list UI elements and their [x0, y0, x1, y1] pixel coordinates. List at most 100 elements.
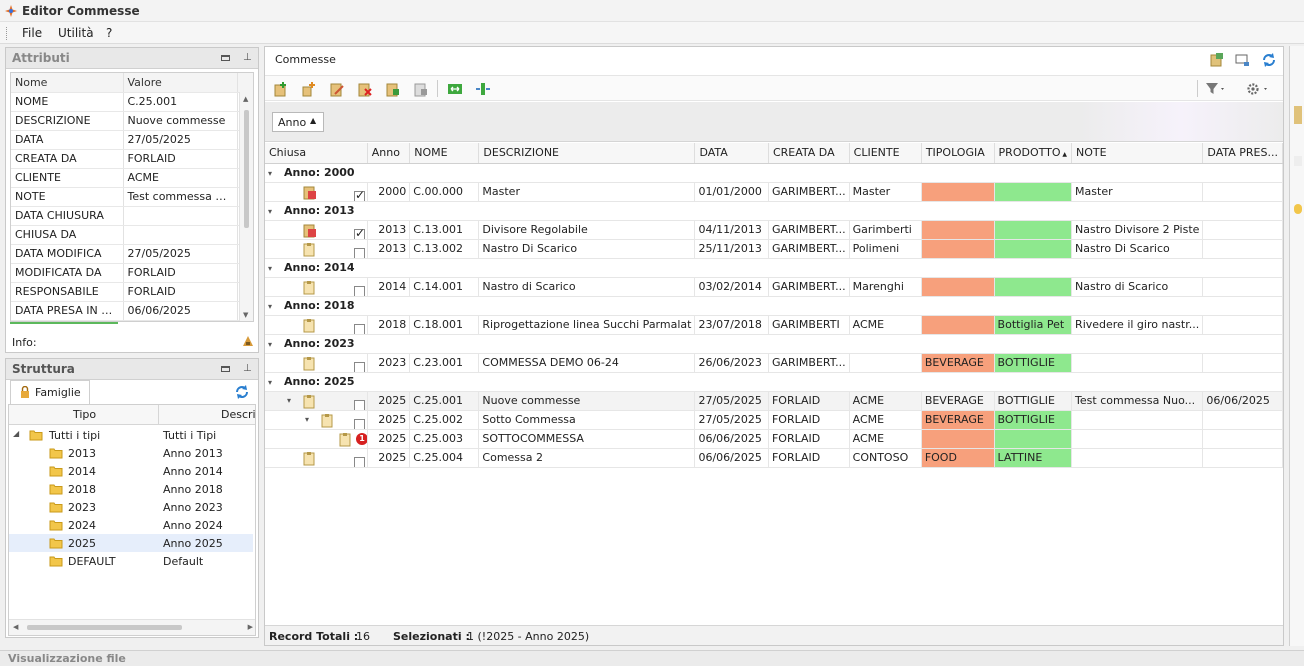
- tree-item[interactable]: 2018 Anno 2018: [9, 480, 253, 498]
- cell-prodotto[interactable]: [994, 239, 1073, 259]
- cell-tipologia[interactable]: FOOD: [921, 448, 995, 468]
- collapse-group-icon[interactable]: ▾: [268, 169, 278, 178]
- tree-item[interactable]: ◢ Tutti i tipi Tutti i Tipi: [9, 426, 253, 444]
- pin-icon[interactable]: ⊥: [243, 363, 252, 374]
- cell-note[interactable]: Test commessa Nuo...: [1071, 391, 1204, 411]
- delete-commessa-icon[interactable]: [357, 81, 373, 97]
- cell-cliente[interactable]: ACME: [849, 410, 922, 430]
- cell-descrizione[interactable]: Divisore Regolabile: [478, 220, 696, 240]
- cell-descrizione[interactable]: Nuove commesse: [478, 391, 696, 411]
- col-header[interactable]: PRODOTTO ▲: [994, 143, 1073, 164]
- attributo-row[interactable]: RESPONSABILE FORLAID: [11, 282, 253, 302]
- cell-note[interactable]: Rivedere il giro nastr...: [1071, 315, 1204, 335]
- cell-creata-da[interactable]: GARIMBERT...: [768, 182, 850, 202]
- cell-data-presa[interactable]: [1202, 429, 1283, 449]
- export-icon[interactable]: [1209, 52, 1225, 68]
- cell-nome[interactable]: C.23.001: [409, 353, 480, 373]
- attributo-value[interactable]: C.25.001: [123, 92, 238, 112]
- cell-descrizione[interactable]: Nastro di Scarico: [478, 277, 696, 297]
- commessa-row[interactable]: ▾ 2025 C.25.001 Nuove commesse 27/05/2025 FOR…: [265, 391, 1283, 411]
- cell-descrizione[interactable]: Master: [478, 182, 696, 202]
- cell-data-presa[interactable]: 06/06/2025: [1202, 391, 1283, 411]
- scroll-thumb[interactable]: [244, 110, 249, 228]
- right-collapsed-panel[interactable]: [1289, 46, 1304, 646]
- cell-data[interactable]: 26/06/2023: [694, 353, 769, 373]
- attributo-value[interactable]: FORLAID: [123, 282, 238, 302]
- attributo-row[interactable]: DESCRIZIONE Nuove commesse: [11, 111, 253, 131]
- col-header[interactable]: CREATA DA: [768, 143, 850, 164]
- tab-famiglie[interactable]: Famiglie: [10, 380, 90, 404]
- edit-commessa-icon[interactable]: [329, 81, 345, 97]
- close-commessa-icon[interactable]: [385, 81, 401, 97]
- group-row[interactable]: ▾ Anno: 2023: [265, 334, 1283, 354]
- cell-creata-da[interactable]: GARIMBERT...: [768, 239, 850, 259]
- cell-creata-da[interactable]: FORLAID: [768, 410, 850, 430]
- scroll-right-icon[interactable]: ▶: [248, 623, 253, 631]
- info-icon[interactable]: [241, 334, 255, 348]
- group-chip-anno[interactable]: Anno ▲: [272, 112, 324, 132]
- tree-item[interactable]: 2013 Anno 2013: [9, 444, 253, 462]
- cell-tipologia[interactable]: BEVERAGE: [921, 353, 995, 373]
- cell-nome[interactable]: C.13.001: [409, 220, 480, 240]
- cell-anno[interactable]: 2018: [367, 315, 411, 335]
- cell-descrizione[interactable]: Riprogettazione linea Succhi Parmalat: [478, 315, 696, 335]
- maximize-icon[interactable]: [221, 55, 230, 61]
- cell-note[interactable]: [1071, 429, 1204, 449]
- scroll-left-icon[interactable]: ◀: [13, 623, 18, 631]
- col-header[interactable]: Chiusa: [265, 143, 368, 164]
- commessa-row[interactable]: 2018 C.18.001 Riprogettazione linea Succhi…: [265, 315, 1283, 335]
- group-row[interactable]: ▾ Anno: 2000: [265, 163, 1283, 183]
- cell-anno[interactable]: 2023: [367, 353, 411, 373]
- attributo-value[interactable]: FORLAID: [123, 149, 238, 169]
- attributo-row[interactable]: MODIFICATA DA FORLAID: [11, 263, 253, 283]
- cell-data[interactable]: 27/05/2025: [694, 410, 769, 430]
- col-header[interactable]: NOME: [409, 143, 480, 164]
- col-valore[interactable]: Valore: [123, 73, 238, 93]
- col-nome[interactable]: Nome: [11, 73, 124, 93]
- collapse-group-icon[interactable]: ▾: [268, 207, 278, 216]
- cell-anno[interactable]: 2025: [367, 448, 411, 468]
- collapse-group-icon[interactable]: ▾: [268, 378, 278, 387]
- maximize-icon[interactable]: [221, 366, 230, 372]
- cell-cliente[interactable]: [849, 353, 922, 373]
- cell-data-presa[interactable]: [1202, 277, 1283, 297]
- cell-prodotto[interactable]: [994, 429, 1073, 449]
- cell-anno[interactable]: 2025: [367, 429, 411, 449]
- expand-all-icon[interactable]: [447, 81, 463, 97]
- attributo-value[interactable]: [123, 206, 238, 226]
- cell-creata-da[interactable]: GARIMBERT...: [768, 353, 850, 373]
- cell-descrizione[interactable]: Sotto Commessa: [478, 410, 696, 430]
- cell-tipologia[interactable]: [921, 429, 995, 449]
- col-header[interactable]: Anno: [367, 143, 411, 164]
- cell-creata-da[interactable]: GARIMBERTI: [768, 315, 850, 335]
- cell-descrizione[interactable]: COMMESSA DEMO 06-24: [478, 353, 696, 373]
- chiusa-checkbox[interactable]: [354, 247, 365, 257]
- print-icon[interactable]: [1235, 53, 1251, 67]
- cell-nome[interactable]: C.14.001: [409, 277, 480, 297]
- expand-row-icon[interactable]: ▾: [305, 415, 309, 424]
- col-header[interactable]: DESCRIZIONE: [478, 143, 696, 164]
- cell-anno[interactable]: 2000: [367, 182, 411, 202]
- collapse-all-icon[interactable]: [475, 81, 491, 97]
- attributo-value[interactable]: 27/05/2025: [123, 244, 238, 264]
- group-row[interactable]: ▾ Anno: 2013: [265, 201, 1283, 221]
- cell-note[interactable]: Nastro Divisore 2 Piste: [1071, 220, 1204, 240]
- cell-nome[interactable]: C.18.001: [409, 315, 480, 335]
- cell-data[interactable]: 06/06/2025: [694, 429, 769, 449]
- cell-tipologia[interactable]: [921, 220, 995, 240]
- cell-creata-da[interactable]: FORLAID: [768, 429, 850, 449]
- add-subcommessa-icon[interactable]: [301, 81, 317, 97]
- cell-anno[interactable]: 2014: [367, 277, 411, 297]
- cell-creata-da[interactable]: FORLAID: [768, 391, 850, 411]
- col-header[interactable]: TIPOLOGIA: [921, 143, 995, 164]
- chiusa-checkbox[interactable]: [354, 226, 365, 238]
- attributo-row[interactable]: DATA 27/05/2025: [11, 130, 253, 150]
- commessa-row[interactable]: 2013C.13.001Divisore Regolabile04/11/201…: [265, 220, 1283, 240]
- cell-anno[interactable]: 2025: [367, 410, 411, 430]
- cell-nome[interactable]: C.13.002: [409, 239, 480, 259]
- add-commessa-icon[interactable]: [273, 81, 289, 97]
- scroll-down-icon[interactable]: ▼: [243, 311, 248, 319]
- cell-prodotto[interactable]: [994, 220, 1073, 240]
- attributo-value[interactable]: ACME: [123, 168, 238, 188]
- cell-prodotto[interactable]: BOTTIGLIE: [994, 353, 1073, 373]
